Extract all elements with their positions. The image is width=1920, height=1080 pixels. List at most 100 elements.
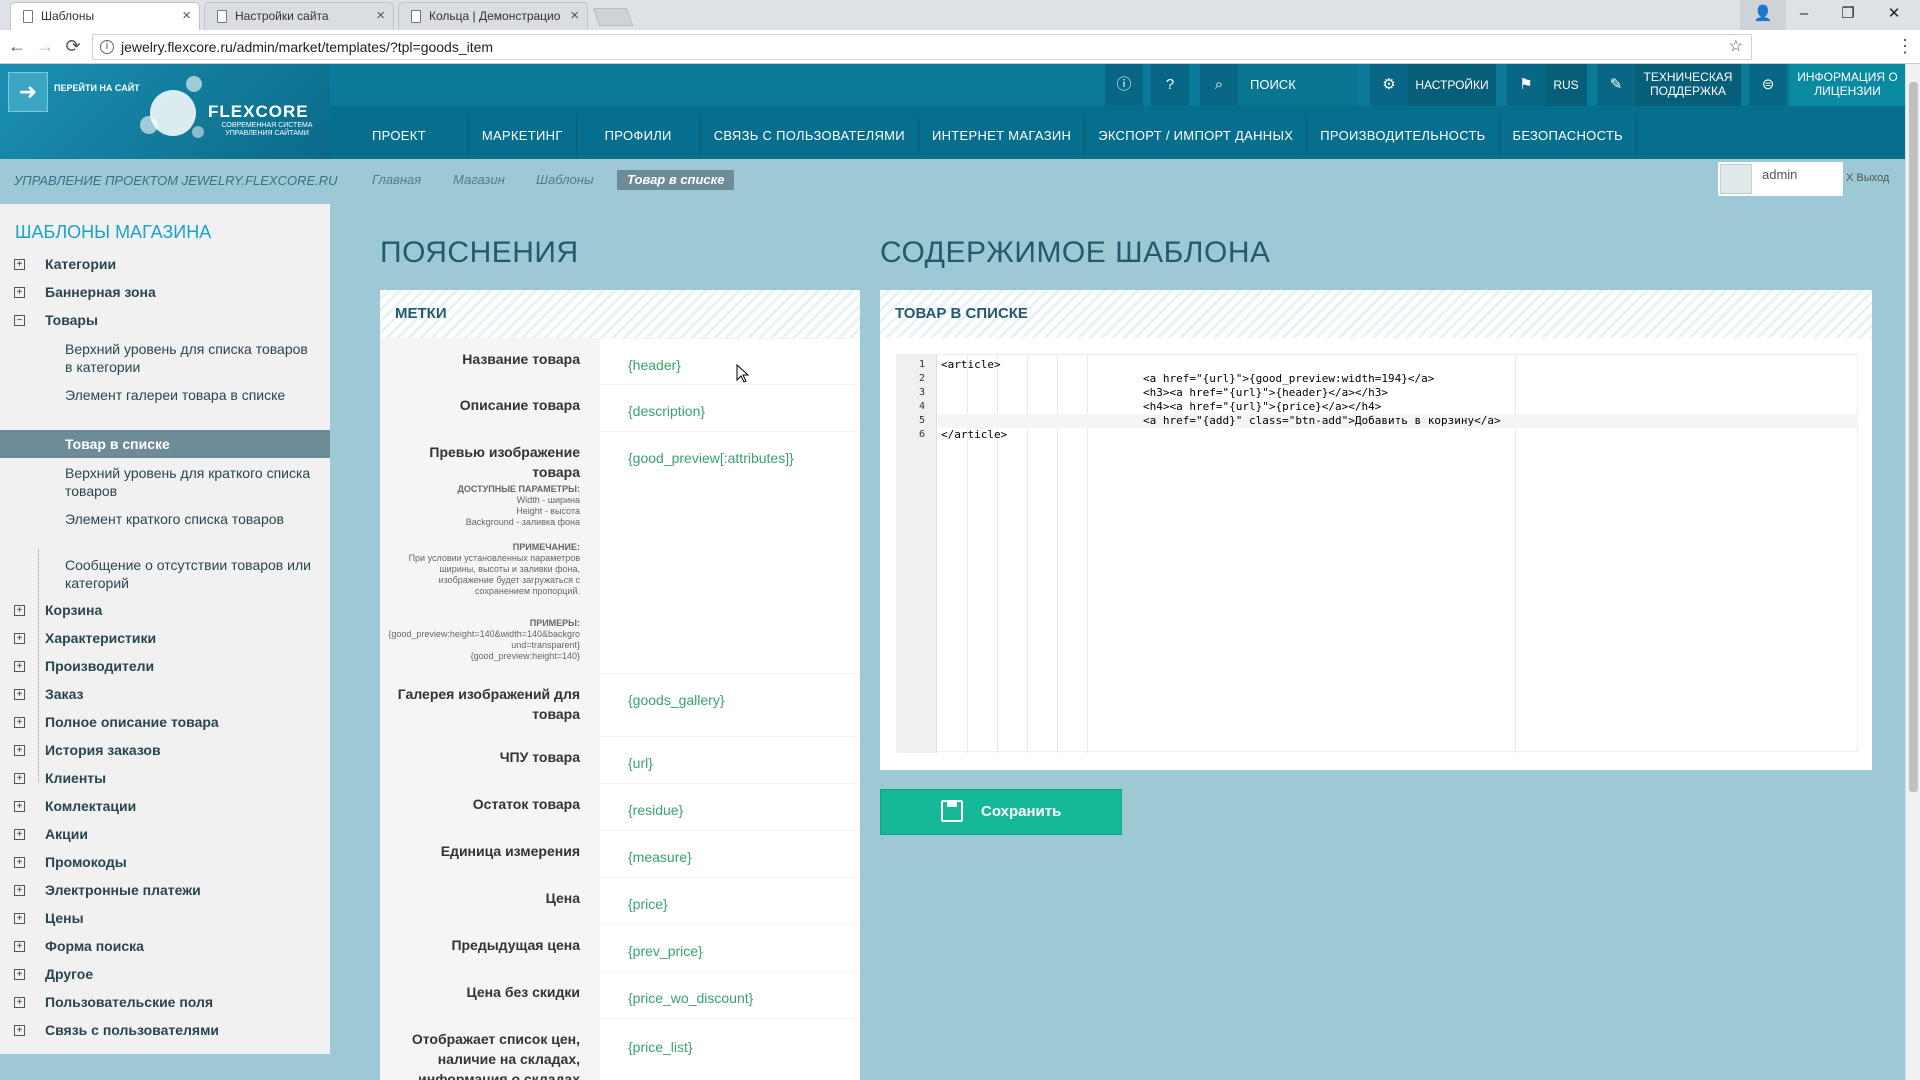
main-navigation: ПРОЕКТ МАРКЕТИНГ ПРОФИЛИ СВЯЗЬ С ПОЛЬЗОВ… [330,116,1637,156]
tag-code: {measure} [628,849,692,865]
expand-icon[interactable]: + [14,801,25,812]
scrollbar-thumb[interactable] [1909,82,1918,792]
browser-tab-site-settings[interactable]: Настройки сайта × [204,2,394,30]
nav-profiles[interactable]: ПРОФИЛИ [577,116,701,156]
tag-code: {price_list} [628,1039,693,1055]
help-icon[interactable]: ? [1151,64,1189,106]
expand-icon[interactable]: + [14,717,25,728]
expand-icon[interactable]: + [14,773,25,784]
expand-icon[interactable]: + [14,605,25,616]
browser-menu-icon[interactable]: ⋮ [1896,36,1914,57]
license-icon[interactable]: ⊜ [1749,64,1787,106]
forward-button[interactable]: → [34,36,56,57]
sidebar-item-label: Баннерная зона [45,284,156,300]
expand-icon[interactable]: + [14,259,25,270]
page-scrollbar[interactable] [1905,64,1920,1080]
sidebar-subitem[interactable]: Элемент краткого списка товаров [0,510,330,550]
note-line: Width - ширина [516,495,580,505]
browser-tab-rings-demo[interactable]: Кольца | Демонстрацио × [398,2,588,30]
sidebar-item-label: Комлектации [45,798,137,814]
close-icon[interactable]: × [376,3,385,29]
tab-title: Кольца | Демонстрацио [429,9,561,23]
nav-marketing[interactable]: МАРКЕТИНГ [469,116,577,156]
sidebar-subitem-label: Верхний уровень для краткого списка това… [65,465,311,499]
expand-icon[interactable]: + [14,1025,25,1036]
expand-icon[interactable]: + [14,633,25,644]
code-editor[interactable]: 1 2 3 4 5 6 <article> <a href="{url}">{g… [896,354,1858,753]
expand-icon[interactable]: + [14,941,25,952]
support-icon[interactable]: ✎ [1597,64,1635,106]
expand-icon[interactable]: + [14,997,25,1008]
expand-icon[interactable]: + [14,661,25,672]
code-line: <a href="{add}" class="btn-add">Добавить… [1143,414,1501,427]
mouse-cursor-icon [736,364,750,383]
save-button[interactable]: Сохранить [880,789,1122,835]
info-icon[interactable]: i [100,40,114,54]
sidebar-subitem[interactable]: Верхний уровень для краткого списка това… [0,464,330,504]
search-input[interactable]: ПОИСК [1238,64,1358,106]
flag-icon[interactable]: ⚑ [1507,64,1545,106]
expand-icon[interactable]: + [14,287,25,298]
close-icon[interactable]: × [570,3,579,29]
tag-row: Название товара {header} [380,338,860,385]
close-icon[interactable]: × [182,3,191,29]
expand-icon[interactable]: + [14,969,25,980]
nav-user-communication[interactable]: СВЯЗЬ С ПОЛЬЗОВАТЕЛЯМИ [701,116,919,156]
expand-icon[interactable]: + [14,857,25,868]
tag-note-params: ДОСТУПНЫЕ ПАРАМЕТРЫ: Width - ширина Heig… [380,484,600,528]
nav-project[interactable]: ПРОЕКТ [330,116,469,156]
settings-button[interactable]: НАСТРОЙКИ [1408,64,1496,106]
info-circle-icon[interactable]: ⓘ [1105,64,1143,106]
go-to-site-button[interactable]: ➜ [8,72,48,112]
sidebar-item-label: Категории [45,256,117,272]
sidebar-subitem[interactable]: Верхний уровень для списка товаров в кат… [0,340,330,380]
support-button[interactable]: ТЕХНИЧЕСКАЯ ПОДДЕРЖКА [1635,64,1741,106]
tag-row: Описание товара {description} [380,384,860,432]
back-button[interactable]: ← [6,36,28,57]
code-line: <h4><a href="{url}">{price}</a></h4> [1143,400,1382,413]
nav-performance[interactable]: ПРОИЗВОДИТЕЛЬНОСТЬ [1307,116,1500,156]
sidebar-subitem-label: Верхний уровень для списка товаров в кат… [65,341,308,375]
tag-name: Отображает список цен, наличие на склада… [380,1019,600,1080]
browser-tab-templates[interactable]: Шаблоны × [10,2,200,30]
logo-area: ➜ ПЕРЕЙТИ НА САЙТ FLEXCORE СОВРЕМЕННАЯ С… [0,64,330,159]
tag-name: Остаток товара [380,784,600,831]
license-button[interactable]: ИНФОРМАЦИЯ О ЛИЦЕНЗИИ [1790,64,1905,106]
nav-export-import[interactable]: ЭКСПОРТ / ИМПОРТ ДАННЫХ [1085,116,1308,156]
close-window-button[interactable]: ✕ [1872,0,1916,30]
nav-security[interactable]: БЕЗОПАСНОСТЬ [1500,116,1637,156]
profile-icon[interactable]: 👤 [1740,0,1786,30]
sidebar: ШАБЛОНЫ МАГАЗИНА + Категории + Баннерная з… [0,204,330,1054]
breadcrumb-store[interactable]: Магазин [443,170,505,190]
minimize-button[interactable]: – [1782,0,1826,30]
header: ➜ ПЕРЕЙТИ НА САЙТ FLEXCORE СОВРЕМЕННАЯ С… [0,64,1905,159]
logout-button[interactable]: X Выход [1846,172,1889,184]
expand-icon[interactable]: + [14,885,25,896]
gear-icon[interactable]: ⚙ [1370,64,1408,106]
tag-code: {header} [628,357,681,373]
breadcrumb-templates[interactable]: Шаблоны [526,170,594,190]
line-number: 4 [918,401,925,412]
breadcrumb-home[interactable]: Главная [362,170,421,190]
bookmark-star-icon[interactable]: ☆ [1729,35,1743,59]
sidebar-subitem-active[interactable]: Товар в списке [0,430,330,458]
search-icon[interactable]: ⌕ [1200,64,1238,106]
reload-button[interactable]: ⟳ [62,36,84,57]
expand-icon[interactable]: + [14,689,25,700]
save-button-label: Сохранить [981,803,1062,820]
collapse-icon[interactable]: − [14,315,25,326]
tag-row: Цена без скидки {price_wo_discount} [380,971,860,1019]
expand-icon[interactable]: + [14,829,25,840]
go-to-site-label: ПЕРЕЙТИ НА САЙТ [54,83,140,93]
sidebar-subitem[interactable]: Сообщение о отсутствии товаров или катег… [0,556,330,596]
nav-online-store[interactable]: ИНТЕРНЕТ МАГАЗИН [919,116,1086,156]
address-bar[interactable]: i jewelry.flexcore.ru/admin/market/templ… [92,34,1752,60]
restore-button[interactable]: ❐ [1826,0,1870,30]
language-button[interactable]: RUS [1545,64,1587,106]
sidebar-subitem[interactable]: Элемент галереи товара в списке [0,386,330,426]
tag-name-text: Превью изображение товара [429,444,580,480]
new-tab-button[interactable] [592,8,634,26]
expand-icon[interactable]: + [14,913,25,924]
sidebar-subitem-label: Товар в списке [65,436,170,452]
expand-icon[interactable]: + [14,745,25,756]
